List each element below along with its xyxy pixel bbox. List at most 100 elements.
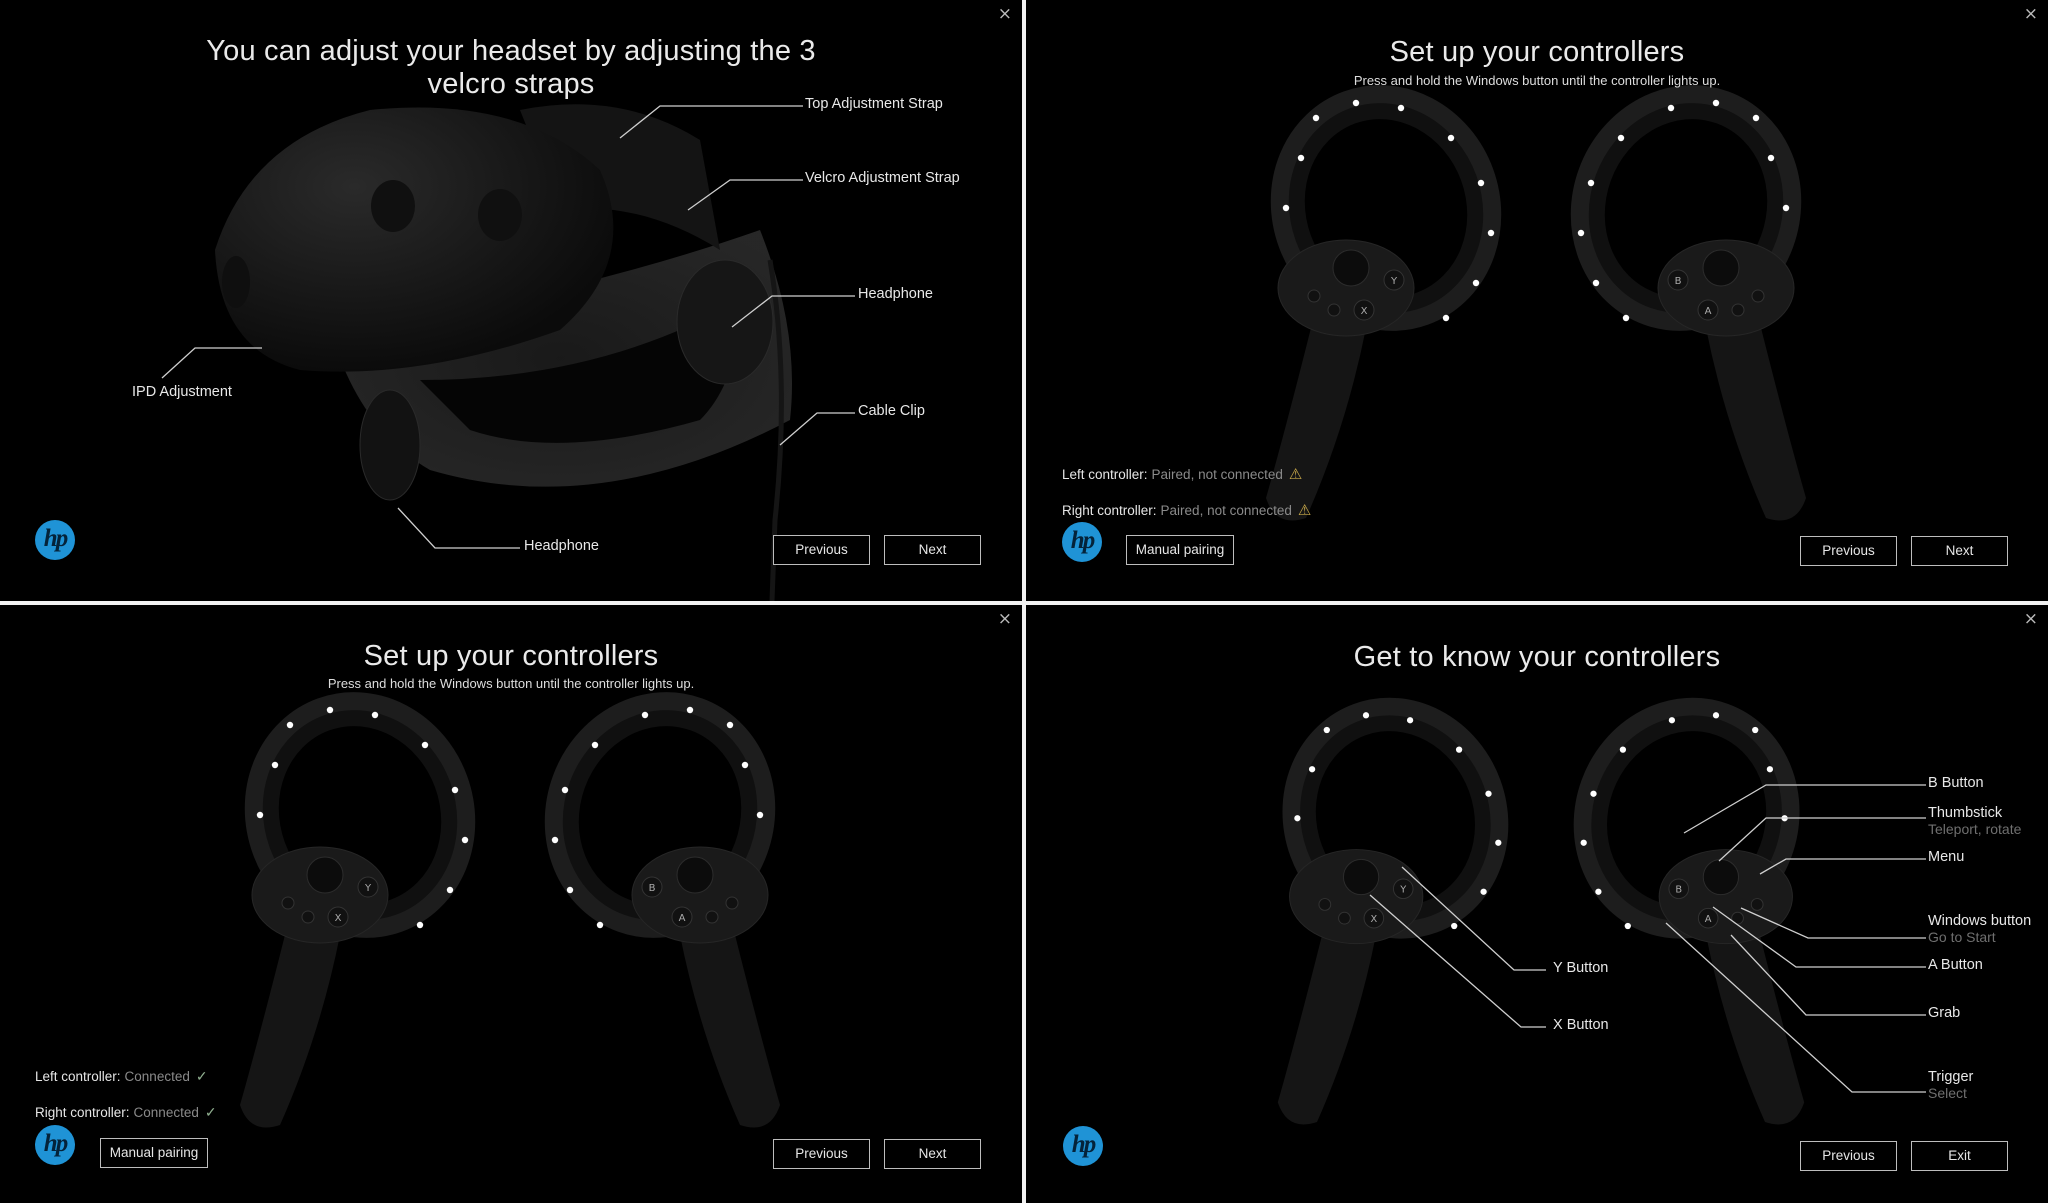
grip <box>1706 308 1806 521</box>
close-button[interactable]: × <box>998 609 1012 629</box>
callout-cable-clip: Cable Clip <box>858 403 925 419</box>
right-controller-status: Right controller: Paired, not connected ⚠ <box>1062 501 1311 519</box>
previous-button[interactable]: Previous <box>773 1139 870 1169</box>
led-dot <box>1442 314 1450 322</box>
checkmark-icon: ✓ <box>204 1104 217 1120</box>
grip <box>1266 308 1366 521</box>
exit-button[interactable]: Exit <box>1911 1141 2008 1171</box>
led-dot <box>1577 229 1585 237</box>
led-dot <box>591 741 599 749</box>
led-dot <box>461 836 469 844</box>
page-title: Get to know your controllers <box>1353 641 1721 673</box>
close-button[interactable]: × <box>2024 4 2038 24</box>
controller-guide-panel: YXBA × Get to know your controllers B Bu… <box>1026 605 2048 1203</box>
callout-leaders <box>1369 784 1926 1093</box>
page-subtitle: Press and hold the Windows button until … <box>1353 73 1721 88</box>
led-dot <box>741 761 749 769</box>
right-controller: BA <box>544 692 780 1128</box>
callout-trigger: Trigger Select <box>1928 1069 1973 1101</box>
led-dot <box>1782 204 1790 212</box>
next-button[interactable]: Next <box>1911 536 2008 566</box>
windows-button <box>1731 303 1745 317</box>
button-glyph: X <box>335 913 342 924</box>
status-value: Paired, not connected <box>1151 467 1283 482</box>
status-label: Left controller: <box>35 1069 121 1084</box>
grip <box>680 915 780 1128</box>
close-button[interactable]: × <box>998 4 1012 24</box>
led-dot <box>596 921 604 929</box>
led-dot <box>1477 179 1485 187</box>
previous-button[interactable]: Previous <box>1800 536 1897 566</box>
button-glyph: Y <box>364 883 372 894</box>
left-controller-status: Left controller: Connected ✓ <box>35 1068 208 1085</box>
callout-velcro-strap: Velcro Adjustment Strap <box>805 170 960 186</box>
led-dot <box>1592 279 1600 287</box>
headset-adjust-panel: × You can adjust your headset by adjusti… <box>0 0 1022 601</box>
menu-button <box>1751 289 1765 303</box>
callout-a-button: A Button <box>1928 957 1983 973</box>
title-line-1: You can adjust your headset by adjusting… <box>206 35 816 67</box>
hp-logo: hp <box>35 1125 75 1165</box>
callout-windows-button: Windows button Go to Start <box>1928 913 2031 945</box>
controller-setup-panel-paired: YXBA × Set up your controllers Press and… <box>1026 0 2048 601</box>
next-button[interactable]: Next <box>884 1139 981 1169</box>
next-button[interactable]: Next <box>884 535 981 565</box>
led-dot <box>1352 99 1360 107</box>
status-label: Right controller: <box>35 1105 130 1120</box>
right-controller: BA <box>1570 85 1806 521</box>
grip <box>240 915 340 1128</box>
led-dot <box>566 886 574 894</box>
status-label: Right controller: <box>1062 503 1157 518</box>
page-subtitle: Press and hold the Windows button until … <box>327 676 695 691</box>
close-button[interactable]: × <box>2024 609 2038 629</box>
status-value: Connected <box>124 1069 190 1084</box>
previous-button[interactable]: Previous <box>1800 1141 1897 1171</box>
hp-logo: hp <box>35 520 75 560</box>
hp-logo: hp <box>1063 1126 1103 1166</box>
button-glyph: A <box>1705 306 1712 317</box>
callout-title: Thumbstick <box>1928 805 2003 821</box>
page-title: Set up your controllers <box>363 640 659 672</box>
led-dot <box>271 761 279 769</box>
checkmark-icon: ✓ <box>195 1068 208 1084</box>
callout-b-button: B Button <box>1928 775 1984 791</box>
led-dot <box>451 786 459 794</box>
led-dot <box>1752 114 1760 122</box>
callout-grab: Grab <box>1928 1005 1961 1021</box>
led-dot <box>551 836 559 844</box>
button-glyph: Y <box>1390 276 1398 287</box>
callout-x-button: X Button <box>1553 1017 1609 1033</box>
led-dot <box>326 706 334 714</box>
button-glyph: B <box>1675 276 1682 287</box>
button-glyph: A <box>679 913 686 924</box>
led-dot <box>726 721 734 729</box>
led-dot <box>1312 114 1320 122</box>
manual-pairing-button[interactable]: Manual pairing <box>1126 535 1234 565</box>
left-controller: YX <box>1266 85 1502 521</box>
menu-button <box>1307 289 1321 303</box>
left-controller: YX <box>240 692 476 1128</box>
windows-button <box>301 910 315 924</box>
callout-thumbstick: Thumbstick Teleport, rotate <box>1928 805 2021 837</box>
callout-ipd-adjustment: IPD Adjustment <box>132 384 232 400</box>
callout-y-button: Y Button <box>1553 960 1609 976</box>
led-dot <box>561 786 569 794</box>
callout-headphone-bottom: Headphone <box>524 538 599 554</box>
thumbstick <box>676 856 714 894</box>
led-dot <box>446 886 454 894</box>
led-dot <box>1447 134 1455 142</box>
led-dot <box>1472 279 1480 287</box>
led-dot <box>1297 154 1305 162</box>
right-controller-status: Right controller: Connected ✓ <box>35 1104 217 1121</box>
led-dot <box>416 921 424 929</box>
previous-button[interactable]: Previous <box>773 535 870 565</box>
callout-subtitle: Teleport, rotate <box>1928 821 2022 837</box>
menu-button <box>281 896 295 910</box>
callout-title: Windows button <box>1928 913 2032 929</box>
led-dot <box>1767 154 1775 162</box>
page-title: You can adjust your headset by adjusting… <box>0 35 1022 101</box>
status-value: Paired, not connected <box>1160 503 1292 518</box>
page-title: Set up your controllers <box>1389 36 1685 68</box>
led-dot <box>1587 179 1595 187</box>
manual-pairing-button[interactable]: Manual pairing <box>100 1138 208 1168</box>
